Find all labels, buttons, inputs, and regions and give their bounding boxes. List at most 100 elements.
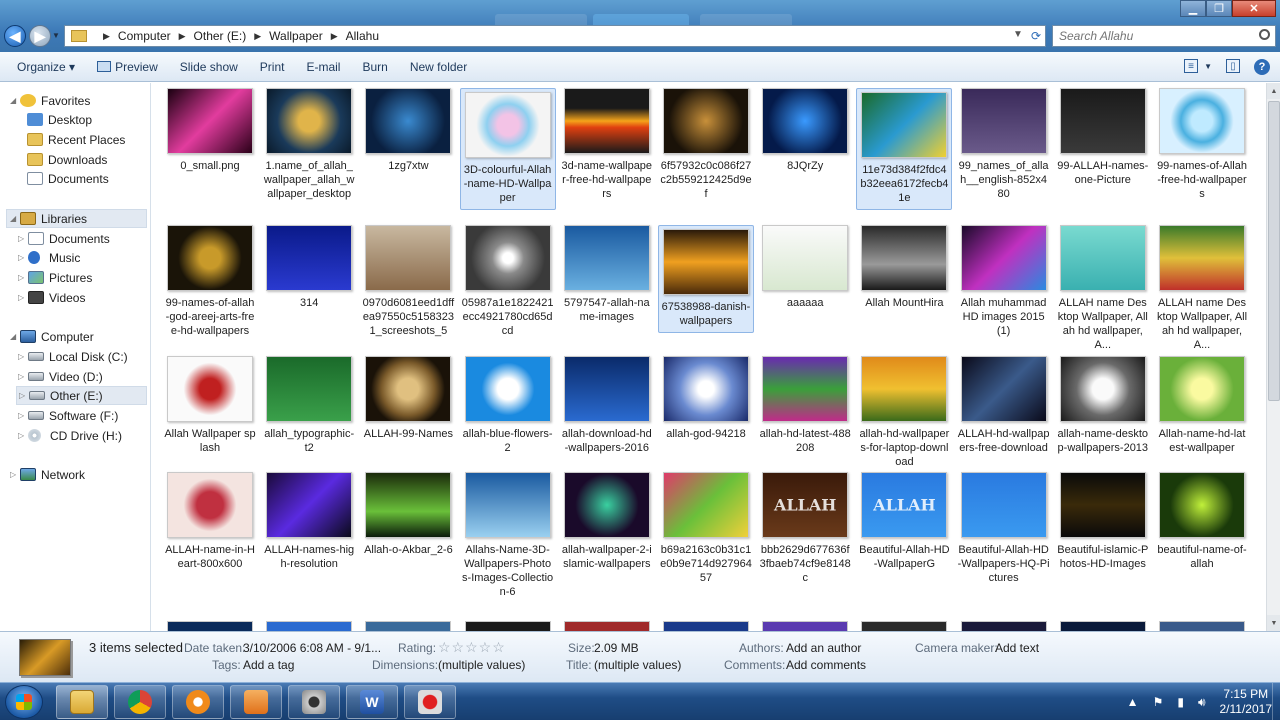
nav-documents-favorite[interactable]: Documents (27, 169, 109, 188)
file-thumbnail[interactable]: ALLAH name Desktop Wallpaper, Allah hd w… (1154, 225, 1250, 352)
network-signal-icon[interactable]: ▮ (1177, 695, 1184, 709)
file-thumbnail[interactable]: 0970d6081eed1dffea97550c51583231_screesh… (360, 225, 456, 338)
help-icon[interactable]: ? (1254, 59, 1270, 75)
nav-downloads[interactable]: Downloads (27, 150, 107, 169)
file-thumbnail[interactable]: 8JQrZy (757, 88, 853, 173)
burn-button[interactable]: Burn (362, 60, 387, 74)
file-thumbnail[interactable]: 67538988-danish-wallpapers (658, 225, 754, 333)
chevron-right-icon[interactable]: ▶ (103, 31, 110, 42)
file-thumbnail[interactable]: allah-wallpaper-2-islamic-wallpapers (559, 472, 655, 571)
expand-arrow-icon[interactable]: ▷ (19, 391, 29, 400)
nav-local-disk-c[interactable]: ▷ Local Disk (C:) (18, 347, 128, 366)
file-thumbnail[interactable]: beautiful-name-of-allah (1154, 472, 1250, 571)
breadcrumb-other-e[interactable]: Other (E:) (194, 29, 247, 43)
email-button[interactable]: E-mail (306, 60, 340, 74)
clock[interactable]: 7:15 PM 2/11/2017 (1220, 687, 1273, 717)
breadcrumb-allahu[interactable]: Allahu (346, 29, 379, 43)
comments-value[interactable]: Add comments (786, 658, 866, 672)
file-thumbnail[interactable]: Allah muhammad HD images 2015 (1) (956, 225, 1052, 338)
file-thumbnail[interactable]: 314 (261, 225, 357, 310)
slideshow-button[interactable]: Slide show (180, 60, 238, 74)
nav-favorites[interactable]: ◢ Favorites (10, 91, 90, 110)
file-thumbnail[interactable]: Allah-name-hd-latest-wallpaper (1154, 356, 1250, 455)
file-thumbnail[interactable]: 05987a1e1822421ecc4921780cd65dcd (460, 225, 556, 338)
file-thumbnail[interactable]: allah-download-hd-wallpapers-2016 (559, 356, 655, 455)
forward-button[interactable]: ▶ (29, 25, 51, 47)
file-thumbnail[interactable]: 3d-name-wallpaper-free-hd-wallpapers (559, 88, 655, 201)
file-thumbnail[interactable]: 99-names-of-allah-god-areej-arts-free-hd… (162, 225, 258, 338)
address-bar[interactable]: ▶ Computer ▶ Other (E:) ▶ Wallpaper ▶ Al… (64, 25, 1046, 47)
chevron-right-icon[interactable]: ▶ (331, 31, 338, 42)
close-button[interactable]: ✕ (1232, 0, 1276, 17)
taskbar-uc-browser[interactable] (172, 685, 224, 719)
collapse-arrow-icon[interactable]: ◢ (10, 332, 20, 341)
expand-arrow-icon[interactable]: ▷ (18, 352, 28, 361)
expand-arrow-icon[interactable]: ▷ (18, 293, 28, 302)
nav-documents[interactable]: ▷ Documents (18, 229, 110, 248)
file-thumbnail-partial[interactable] (464, 621, 551, 631)
file-thumbnail[interactable]: Allahs-Name-3D-Wallpapers-Photos-Images-… (460, 472, 556, 599)
file-thumbnail[interactable]: 99-ALLAH-names-one-Picture (1055, 88, 1151, 187)
file-thumbnail-partial[interactable] (365, 621, 452, 631)
nav-music[interactable]: ▷ Music (18, 248, 80, 267)
taskbar-word[interactable]: W (346, 685, 398, 719)
expand-arrow-icon[interactable]: ▷ (18, 273, 28, 282)
taskbar-explorer[interactable] (56, 685, 108, 719)
file-thumbnail-partial[interactable] (266, 621, 353, 631)
file-thumbnail[interactable]: 99_names_of_allah__english-852x480 (956, 88, 1052, 201)
file-thumbnail-partial[interactable] (1159, 621, 1245, 631)
rating-stars[interactable]: ☆☆☆☆☆ (438, 639, 506, 656)
file-thumbnail[interactable]: Allah Wallpaper splash (162, 356, 258, 455)
start-button[interactable] (5, 685, 43, 719)
file-thumbnail[interactable]: 1zg7xtw (360, 88, 456, 173)
file-thumbnail[interactable]: ALLAH name Desktop Wallpaper, Allah hd w… (1055, 225, 1151, 352)
expand-arrow-icon[interactable]: ▷ (10, 470, 20, 479)
tags-value[interactable]: Add a tag (243, 658, 294, 672)
view-dropdown-icon[interactable]: ▼ (1204, 62, 1212, 75)
file-thumbnail[interactable]: allah-name-desktop-wallpapers-2013 (1055, 356, 1151, 455)
print-button[interactable]: Print (260, 60, 285, 74)
file-thumbnail[interactable]: 11e73d384f2fdc4b32eea6172fecb41e (856, 88, 953, 210)
collapse-arrow-icon[interactable]: ◢ (10, 96, 20, 105)
file-thumbnail-partial[interactable] (167, 621, 253, 631)
scroll-up-icon[interactable]: ▲ (1267, 83, 1280, 99)
taskbar-recorder[interactable] (404, 685, 456, 719)
file-thumbnail-partial[interactable] (861, 621, 948, 631)
authors-value[interactable]: Add an author (786, 641, 861, 655)
file-thumbnail[interactable]: Beautiful-Allah-HD-Wallpapers-HQ-Picture… (956, 472, 1052, 585)
refresh-icon[interactable]: ⟳ (1031, 29, 1041, 43)
file-thumbnail[interactable]: ALLAH Beautiful-Allah-HD-WallpaperG (856, 472, 952, 571)
expand-arrow-icon[interactable]: ▷ (18, 411, 28, 420)
chevron-right-icon[interactable]: ▶ (254, 31, 261, 42)
collapse-arrow-icon[interactable]: ◢ (10, 214, 20, 223)
nav-desktop[interactable]: Desktop (27, 110, 92, 129)
file-thumbnail[interactable]: ALLAH-hd-wallpapers-free-download (956, 356, 1052, 455)
file-thumbnail[interactable]: b69a2163c0b31c1e0b9e714d92796457 (658, 472, 754, 585)
expand-arrow-icon[interactable]: ▷ (18, 372, 28, 381)
expand-arrow-icon[interactable]: ▷ (18, 234, 28, 243)
taskbar-camera-app[interactable] (288, 685, 340, 719)
breadcrumb-computer[interactable]: Computer (118, 29, 171, 43)
file-thumbnail-partial[interactable] (762, 621, 849, 631)
taskbar-chrome[interactable] (114, 685, 166, 719)
file-thumbnail-partial[interactable] (563, 621, 650, 631)
expand-arrow-icon[interactable]: ▷ (18, 253, 28, 262)
file-thumbnail[interactable]: allah-hd-wallpapers-for-laptop-download (856, 356, 952, 469)
file-thumbnail-partial[interactable] (1059, 621, 1146, 631)
chevron-right-icon[interactable]: ▶ (179, 31, 186, 42)
nav-video-d[interactable]: ▷ Video (D:) (18, 367, 103, 386)
maximize-button[interactable]: ❐ (1206, 0, 1232, 17)
file-thumbnail[interactable]: ALLAH bbb2629d677636f3fbaeb74cf9e8148c (757, 472, 853, 585)
file-thumbnail-partial[interactable] (960, 621, 1047, 631)
expand-arrow-icon[interactable]: ▷ (18, 431, 28, 440)
file-thumbnail[interactable]: Allah MountHira (856, 225, 952, 310)
file-thumbnail[interactable]: 3D-colourful-Allah-name-HD-Wallpaper (459, 88, 556, 210)
preview-button[interactable]: Preview (97, 60, 158, 74)
file-thumbnail[interactable]: allah-god-94218 (658, 356, 754, 441)
file-thumbnail[interactable]: allah-hd-latest-488208 (757, 356, 853, 455)
back-button[interactable]: ◀ (4, 25, 26, 47)
nav-computer[interactable]: ◢ Computer (10, 327, 94, 346)
search-box[interactable] (1052, 25, 1276, 47)
camera-maker-value[interactable]: Add text (995, 641, 1039, 655)
file-thumbnail[interactable]: 99-names-of-Allah-free-hd-wallpapers (1154, 88, 1250, 201)
